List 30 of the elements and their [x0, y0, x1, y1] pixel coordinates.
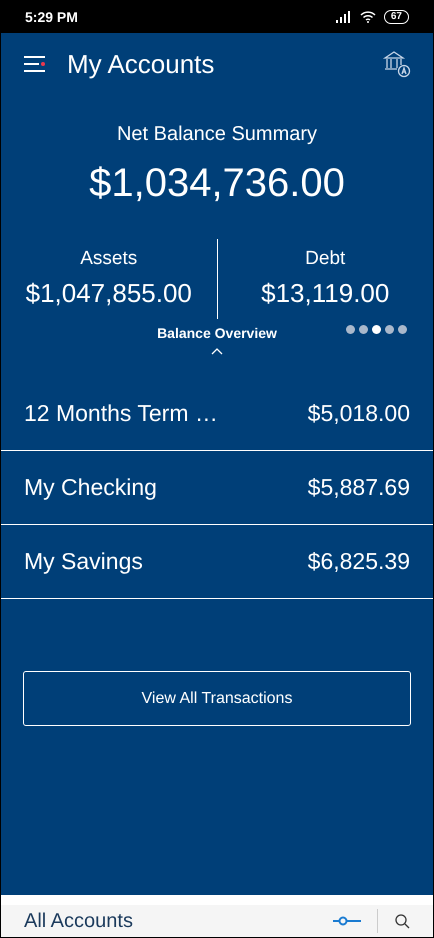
- battery-level: 67: [384, 10, 409, 24]
- filter-slider-icon[interactable]: [333, 916, 361, 926]
- account-row[interactable]: My Checking $5,887.69: [1, 451, 433, 525]
- account-row[interactable]: My Savings $6,825.39: [1, 525, 433, 599]
- balance-label: Assets: [80, 247, 138, 272]
- search-icon[interactable]: [394, 913, 410, 929]
- bank-profile-button[interactable]: [383, 50, 411, 78]
- net-balance-amount: $1,034,736.00: [89, 160, 345, 207]
- account-name: My Checking: [24, 473, 157, 502]
- account-name: My Savings: [24, 547, 143, 576]
- chevron-up-icon[interactable]: [211, 348, 223, 355]
- carousel-caption: Balance Overview: [157, 324, 277, 343]
- account-balance: $5,018.00: [308, 399, 410, 428]
- menu-icon: [23, 55, 47, 73]
- summary-title: Net Balance Summary: [116, 122, 318, 147]
- status-time: 5:29 PM: [25, 8, 78, 26]
- page-title: My Accounts: [67, 48, 214, 80]
- account-balance: $6,825.39: [308, 547, 410, 576]
- wifi-icon: [360, 11, 376, 23]
- view-transactions-button[interactable]: View All Transactions: [23, 671, 411, 726]
- balance-label: Debt: [305, 247, 346, 272]
- panel-title: All Accounts: [24, 909, 133, 934]
- signal-icon: [336, 11, 352, 23]
- menu-button[interactable]: [23, 55, 47, 73]
- account-row[interactable]: 12 Months Term … $5,018.00: [1, 377, 433, 451]
- balance-amount: $13,119.00: [261, 276, 390, 310]
- account-balance: $5,887.69: [308, 473, 410, 502]
- balance-amount: $1,047,855.00: [26, 276, 192, 310]
- bank-icon: [383, 50, 411, 78]
- account-name: 12 Months Term …: [24, 399, 218, 428]
